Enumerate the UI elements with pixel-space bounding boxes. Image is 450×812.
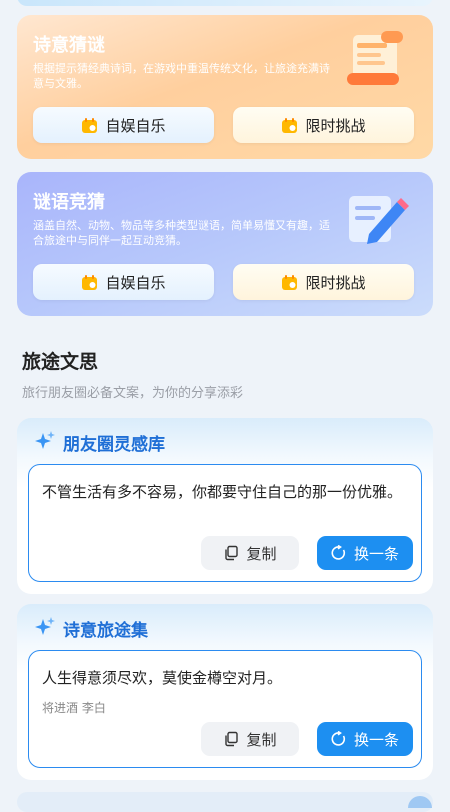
button-label: 限时挑战	[305, 273, 366, 292]
timed-challenge-button[interactable]: 限时挑战	[233, 264, 414, 300]
card-description: 根据提示猜经典诗词，在游戏中重温传统文化，让旅途充满诗意与文雅。	[33, 62, 330, 90]
poetry-riddle-card: 诗意猜谜 根据提示猜经典诗词，在游戏中重温传统文化，让旅途充满诗意与文雅。 自娱…	[17, 15, 433, 159]
refresh-icon	[331, 545, 345, 560]
copy-button[interactable]: 复制	[201, 722, 299, 756]
play-solo-button[interactable]: 自娱自乐	[33, 107, 214, 143]
calendar-icon	[282, 274, 298, 290]
refresh-label: 换一条	[353, 730, 399, 749]
quote-card-poetry: 诗意旅途集 人生得意须尽欢，莫使金樽空对月。 将进酒 李白 复制 换一条	[17, 604, 433, 780]
card-title: 谜语竞猜	[33, 192, 105, 213]
copy-button[interactable]: 复制	[201, 536, 299, 570]
refresh-button[interactable]: 换一条	[317, 536, 413, 570]
copy-label: 复制	[246, 730, 277, 749]
play-solo-button[interactable]: 自娱自乐	[33, 264, 214, 300]
timed-challenge-button[interactable]: 限时挑战	[233, 107, 414, 143]
calendar-icon	[82, 274, 98, 290]
sparkle-icon	[35, 617, 55, 635]
copy-label: 复制	[246, 544, 277, 563]
quote-card-title: 朋友圈灵感库	[63, 435, 165, 455]
quote-source: 将进酒 李白	[42, 701, 106, 715]
calendar-icon	[82, 117, 98, 133]
quote-box: 人生得意须尽欢，莫使金樽空对月。 将进酒 李白 复制 换一条	[28, 650, 422, 768]
quote-card-title: 诗意旅途集	[63, 621, 148, 641]
refresh-icon	[331, 731, 345, 746]
card-title: 诗意猜谜	[33, 35, 105, 56]
refresh-button[interactable]: 换一条	[317, 722, 413, 756]
button-label: 自娱自乐	[105, 273, 166, 292]
pencil-note-icon	[349, 196, 409, 244]
copy-icon	[225, 731, 239, 747]
quote-box: 不管生活有多不容易，你都要守住自己的那一份优雅。 复制 换一条	[28, 464, 422, 582]
section-title: 旅途文思	[22, 351, 99, 373]
next-card-edge	[17, 792, 433, 812]
card-description: 涵盖自然、动物、物品等多种类型谜语，简单易懂又有趣，适合旅途中与同伴一起互动竞猜…	[33, 219, 330, 247]
copy-icon	[225, 545, 239, 561]
button-label: 限时挑战	[305, 116, 366, 135]
riddle-quiz-card: 谜语竞猜 涵盖自然、动物、物品等多种类型谜语，简单易懂又有趣，适合旅途中与同伴一…	[17, 172, 433, 316]
scroll-icon	[347, 31, 403, 85]
calendar-icon	[282, 117, 298, 133]
quote-text: 不管生活有多不容易，你都要守住自己的那一份优雅。	[42, 483, 403, 501]
quote-text: 人生得意须尽欢，莫使金樽空对月。	[42, 669, 283, 687]
refresh-label: 换一条	[353, 544, 399, 563]
quote-card-moments: 朋友圈灵感库 不管生活有多不容易，你都要守住自己的那一份优雅。 复制 换一条	[17, 418, 433, 594]
section-subtitle: 旅行朋友圈必备文案，为你的分享添彩	[22, 386, 244, 401]
previous-card-edge	[17, 0, 433, 6]
sparkle-icon	[35, 431, 55, 449]
button-label: 自娱自乐	[105, 116, 166, 135]
